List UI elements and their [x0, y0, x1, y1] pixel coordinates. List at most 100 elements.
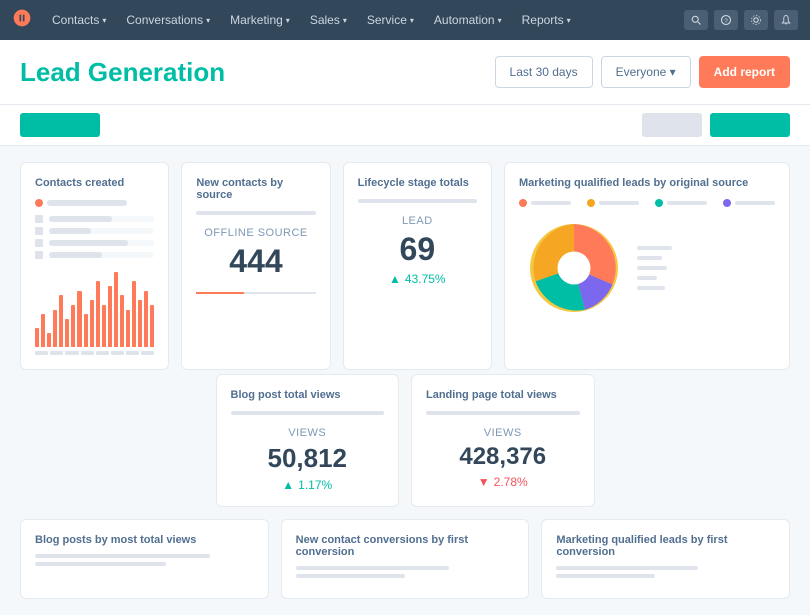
chart-bar [144, 291, 148, 347]
chart-bar [71, 305, 75, 347]
bar-chart [35, 267, 154, 347]
blog-most-views-title: Blog posts by most total views [35, 534, 254, 546]
bottom-grid: Blog posts by most total views New conta… [20, 519, 790, 599]
svg-text:?: ? [724, 18, 728, 25]
stat-header-bar [196, 211, 315, 215]
pie-container [519, 213, 775, 323]
bottom-bar-1 [35, 554, 210, 558]
bottom-bar-4 [296, 574, 405, 578]
stat-divider [196, 292, 315, 294]
top-nav: Contacts ▾ Conversations ▾ Marketing ▾ S… [0, 0, 810, 40]
blog-change: 1.17% [231, 478, 385, 492]
page-title: Lead Generation [20, 57, 495, 88]
chart-bar [114, 272, 118, 347]
legend-dot-2 [587, 199, 595, 207]
lifecycle-header-bar [358, 199, 477, 203]
new-contacts-title: New contacts by source [196, 177, 315, 201]
nav-item-marketing[interactable]: Marketing ▾ [222, 9, 298, 31]
chart-bar [53, 310, 57, 348]
active-filter-tag[interactable] [20, 113, 100, 137]
nav-settings-icon[interactable] [744, 10, 768, 30]
chart-bar [138, 300, 142, 347]
blog-up-arrow-icon [282, 478, 294, 492]
lifecycle-source-label: LEAD [358, 215, 477, 227]
contacts-legend [35, 199, 154, 207]
chart-bar [47, 333, 51, 347]
source-label: OFFLINE SOURCE [196, 227, 315, 239]
main-content: Contacts created New contacts by source [0, 146, 810, 615]
lifecycle-value: 69 [358, 231, 477, 268]
mql-title: Marketing qualified leads by original so… [519, 177, 775, 189]
landing-page-views-card: Landing page total views VIEWS 428,376 2… [411, 374, 595, 507]
chart-bar [35, 328, 39, 347]
blog-value: 50,812 [231, 443, 385, 474]
nav-item-service[interactable]: Service ▾ [359, 9, 422, 31]
blog-header-bar [231, 411, 385, 415]
lifecycle-change: 43.75% [358, 272, 477, 286]
blog-post-views-card: Blog post total views VIEWS 50,812 1.17% [216, 374, 400, 507]
legend-label-2 [599, 201, 639, 205]
legend-dot [35, 199, 43, 207]
nav-item-automation[interactable]: Automation ▾ [426, 9, 510, 31]
legend-dot-4 [723, 199, 731, 207]
lifecycle-stage-card: Lifecycle stage totals LEAD 69 43.75% [343, 162, 492, 370]
chart-bar [65, 319, 69, 347]
page-header: Lead Generation Last 30 days Everyone ▾ … [0, 40, 810, 105]
header-actions: Last 30 days Everyone ▾ Add report [495, 56, 790, 88]
lifecycle-title: Lifecycle stage totals [358, 177, 477, 189]
chart-bar [102, 305, 106, 347]
filter-dropdown[interactable] [642, 113, 702, 137]
chart-bar [41, 314, 45, 347]
pie-legend [519, 199, 775, 207]
chart-bar [59, 295, 63, 347]
contacts-created-card: Contacts created [20, 162, 169, 370]
nav-icon-group: ? [684, 10, 798, 30]
legend-bar [47, 200, 127, 206]
filter-toolbar [0, 105, 810, 146]
mql-by-conversion-title: Marketing qualified leads by first conve… [556, 534, 775, 558]
stat-value-contacts: 444 [196, 243, 315, 280]
new-contacts-by-source-card: New contacts by source OFFLINE SOURCE 44… [181, 162, 330, 370]
nav-item-conversations[interactable]: Conversations ▾ [118, 9, 218, 31]
bottom-bar-2 [35, 562, 166, 566]
legend-dot-3 [655, 199, 663, 207]
nav-item-reports[interactable]: Reports ▾ [514, 9, 579, 31]
legend-label-3 [667, 201, 707, 205]
blog-source-label: VIEWS [231, 427, 385, 439]
contacts-created-title: Contacts created [35, 177, 154, 189]
legend-dot-1 [519, 199, 527, 207]
nav-search-icon[interactable] [684, 10, 708, 30]
landing-title: Landing page total views [426, 389, 580, 401]
chart-bar [126, 310, 130, 348]
chart-bar [84, 314, 88, 347]
legend-label-4 [735, 201, 775, 205]
filter-apply-btn[interactable] [710, 113, 790, 137]
mql-by-conversion-card: Marketing qualified leads by first conve… [541, 519, 790, 599]
nav-help-icon[interactable]: ? [714, 10, 738, 30]
bottom-bar-3 [296, 566, 449, 570]
pie-chart [519, 213, 629, 323]
landing-value: 428,376 [426, 443, 580, 471]
chart-x-labels [35, 351, 154, 355]
blog-views-title: Blog post total views [231, 389, 385, 401]
legend-label-1 [531, 201, 571, 205]
chart-bar [132, 281, 136, 347]
nav-item-contacts[interactable]: Contacts ▾ [44, 9, 114, 31]
landing-source-label: VIEWS [426, 427, 580, 439]
contacts-rows [35, 215, 154, 259]
landing-change: 2.78% [426, 475, 580, 489]
bottom-bar-5 [556, 566, 698, 570]
chart-bar [90, 300, 94, 347]
contact-conversions-title: New contact conversions by first convers… [296, 534, 515, 558]
add-report-button[interactable]: Add report [699, 56, 790, 88]
everyone-dropdown-button[interactable]: Everyone ▾ [601, 56, 691, 88]
chart-bar [96, 281, 100, 347]
nav-notifications-icon[interactable] [774, 10, 798, 30]
date-range-button[interactable]: Last 30 days [495, 56, 593, 88]
up-arrow-icon [389, 272, 401, 286]
nav-item-sales[interactable]: Sales ▾ [302, 9, 355, 31]
chart-bar [108, 286, 112, 347]
blog-most-views-card: Blog posts by most total views [20, 519, 269, 599]
landing-header-bar [426, 411, 580, 415]
mql-by-source-card: Marketing qualified leads by original so… [504, 162, 790, 370]
